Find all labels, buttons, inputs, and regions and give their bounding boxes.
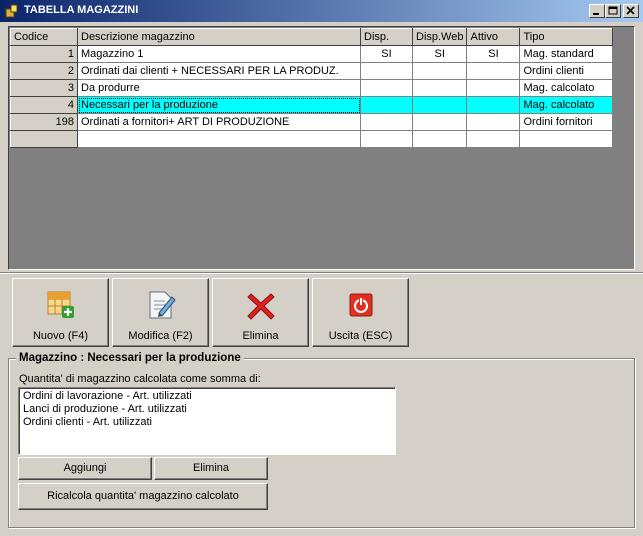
- column-header-tipo[interactable]: Tipo: [519, 28, 614, 46]
- delete-button[interactable]: Elimina: [212, 278, 309, 347]
- recalculate-button[interactable]: Ricalcola quantita' magazzino calcolato: [18, 483, 268, 510]
- cell-descrizione[interactable]: Da produrre: [77, 79, 361, 97]
- close-button[interactable]: [623, 4, 639, 18]
- cell-disp[interactable]: [360, 113, 413, 131]
- column-header-disp[interactable]: Disp.: [360, 28, 413, 46]
- table-row[interactable]: 2 Ordinati dai clienti + NECESSARI PER LA…: [10, 62, 614, 80]
- add-button[interactable]: Aggiungi: [18, 457, 152, 480]
- exit-button-label: Uscita (ESC): [328, 330, 393, 342]
- edit-button[interactable]: Modifica (F2): [112, 278, 209, 347]
- column-header-codice[interactable]: Codice: [10, 28, 78, 46]
- cell-tipo[interactable]: [519, 130, 614, 148]
- column-header-attivo[interactable]: Attivo: [466, 28, 521, 46]
- cell-codice[interactable]: 1: [10, 45, 78, 63]
- table-row[interactable]: 1 Magazzino 1 SI SI SI Mag. standard: [10, 45, 614, 63]
- calculation-description: Quantita' di magazzino calcolata come so…: [19, 373, 261, 385]
- cell-descrizione[interactable]: Ordinati a fornitori+ ART DI PRODUZIONE: [77, 113, 361, 131]
- edit-button-label: Modifica (F2): [128, 330, 193, 342]
- list-item[interactable]: Lanci di produzione - Art. utilizzati: [23, 403, 391, 416]
- cell-tipo[interactable]: Mag. calcolato: [519, 96, 614, 114]
- cell-descrizione[interactable]: Magazzino 1: [77, 45, 361, 63]
- cell-attivo[interactable]: [466, 62, 521, 80]
- cell-disp[interactable]: [360, 62, 413, 80]
- cell-tipo[interactable]: Ordini clienti: [519, 62, 614, 80]
- cell-disp[interactable]: [360, 79, 413, 97]
- warehouse-table: Codice Descrizione magazzino Disp. Disp.…: [10, 28, 614, 148]
- table-row[interactable]: 3 Da produrre Mag. calcolato: [10, 79, 614, 97]
- list-item[interactable]: Ordini di lavorazione - Art. utilizzati: [23, 390, 391, 403]
- new-button[interactable]: Nuovo (F4): [12, 278, 109, 347]
- sum-components-list[interactable]: Ordini di lavorazione - Art. utilizzati …: [18, 387, 396, 455]
- table-row[interactable]: 198 Ordinati a fornitori+ ART DI PRODUZIO…: [10, 113, 614, 131]
- separator: [0, 272, 643, 274]
- table-row[interactable]: [10, 130, 614, 148]
- cell-attivo[interactable]: [466, 113, 521, 131]
- red-x-icon: [247, 293, 275, 320]
- cell-tipo[interactable]: Ordini fornitori: [519, 113, 614, 131]
- cell-descrizione[interactable]: Ordinati dai clienti + NECESSARI PER LA …: [77, 62, 361, 80]
- delete-button-label: Elimina: [242, 330, 279, 342]
- table-row[interactable]: 4 Necessari per la produzione Mag. calcola…: [10, 96, 614, 114]
- cell-codice[interactable]: [10, 130, 78, 148]
- cell-disp[interactable]: [360, 130, 413, 148]
- column-header-disp-web[interactable]: Disp.Web: [411, 28, 468, 46]
- window-title: TABELLA MAGAZZINI: [24, 4, 139, 16]
- remove-button[interactable]: Elimina: [154, 457, 268, 480]
- cell-codice[interactable]: 2: [10, 62, 78, 80]
- group-title: Magazzino : Necessari per la produzione: [16, 352, 244, 364]
- document-edit-icon: [149, 291, 176, 319]
- column-header-descrizione[interactable]: Descrizione magazzino: [77, 28, 361, 46]
- cell-disp-web[interactable]: [411, 130, 468, 148]
- exit-button[interactable]: Uscita (ESC): [312, 278, 409, 347]
- cell-disp-web[interactable]: [411, 96, 468, 114]
- cell-tipo[interactable]: Mag. standard: [519, 45, 614, 63]
- minimize-button[interactable]: [589, 4, 605, 18]
- cell-tipo[interactable]: Mag. calcolato: [519, 79, 614, 97]
- cell-disp-web[interactable]: [411, 62, 468, 80]
- cell-disp-web[interactable]: [411, 113, 468, 131]
- cell-attivo[interactable]: SI: [466, 45, 521, 63]
- cell-descrizione[interactable]: Necessari per la produzione: [77, 96, 361, 114]
- list-item[interactable]: Ordini clienti - Art. utilizzati: [23, 416, 391, 429]
- cell-descrizione[interactable]: [77, 130, 361, 148]
- new-button-label: Nuovo (F4): [32, 330, 89, 342]
- cell-disp-web[interactable]: [411, 79, 468, 97]
- table-header: Codice Descrizione magazzino Disp. Disp.…: [10, 28, 614, 46]
- cell-attivo[interactable]: [466, 130, 521, 148]
- grid-add-icon: [47, 291, 74, 318]
- cell-attivo[interactable]: [466, 96, 521, 114]
- power-exit-icon: [349, 293, 373, 317]
- cell-codice[interactable]: 198: [10, 113, 78, 131]
- cell-attivo[interactable]: [466, 79, 521, 97]
- warehouse-grid[interactable]: Codice Descrizione magazzino Disp. Disp.…: [8, 26, 635, 270]
- cell-codice[interactable]: 4: [10, 96, 78, 114]
- cell-disp[interactable]: [360, 96, 413, 114]
- cell-disp-web[interactable]: SI: [411, 45, 468, 63]
- title-bar: TABELLA MAGAZZINI: [0, 0, 643, 22]
- cell-disp[interactable]: SI: [360, 45, 413, 63]
- cell-codice[interactable]: 3: [10, 79, 78, 97]
- maximize-button[interactable]: [605, 4, 621, 18]
- app-icon: [4, 3, 20, 19]
